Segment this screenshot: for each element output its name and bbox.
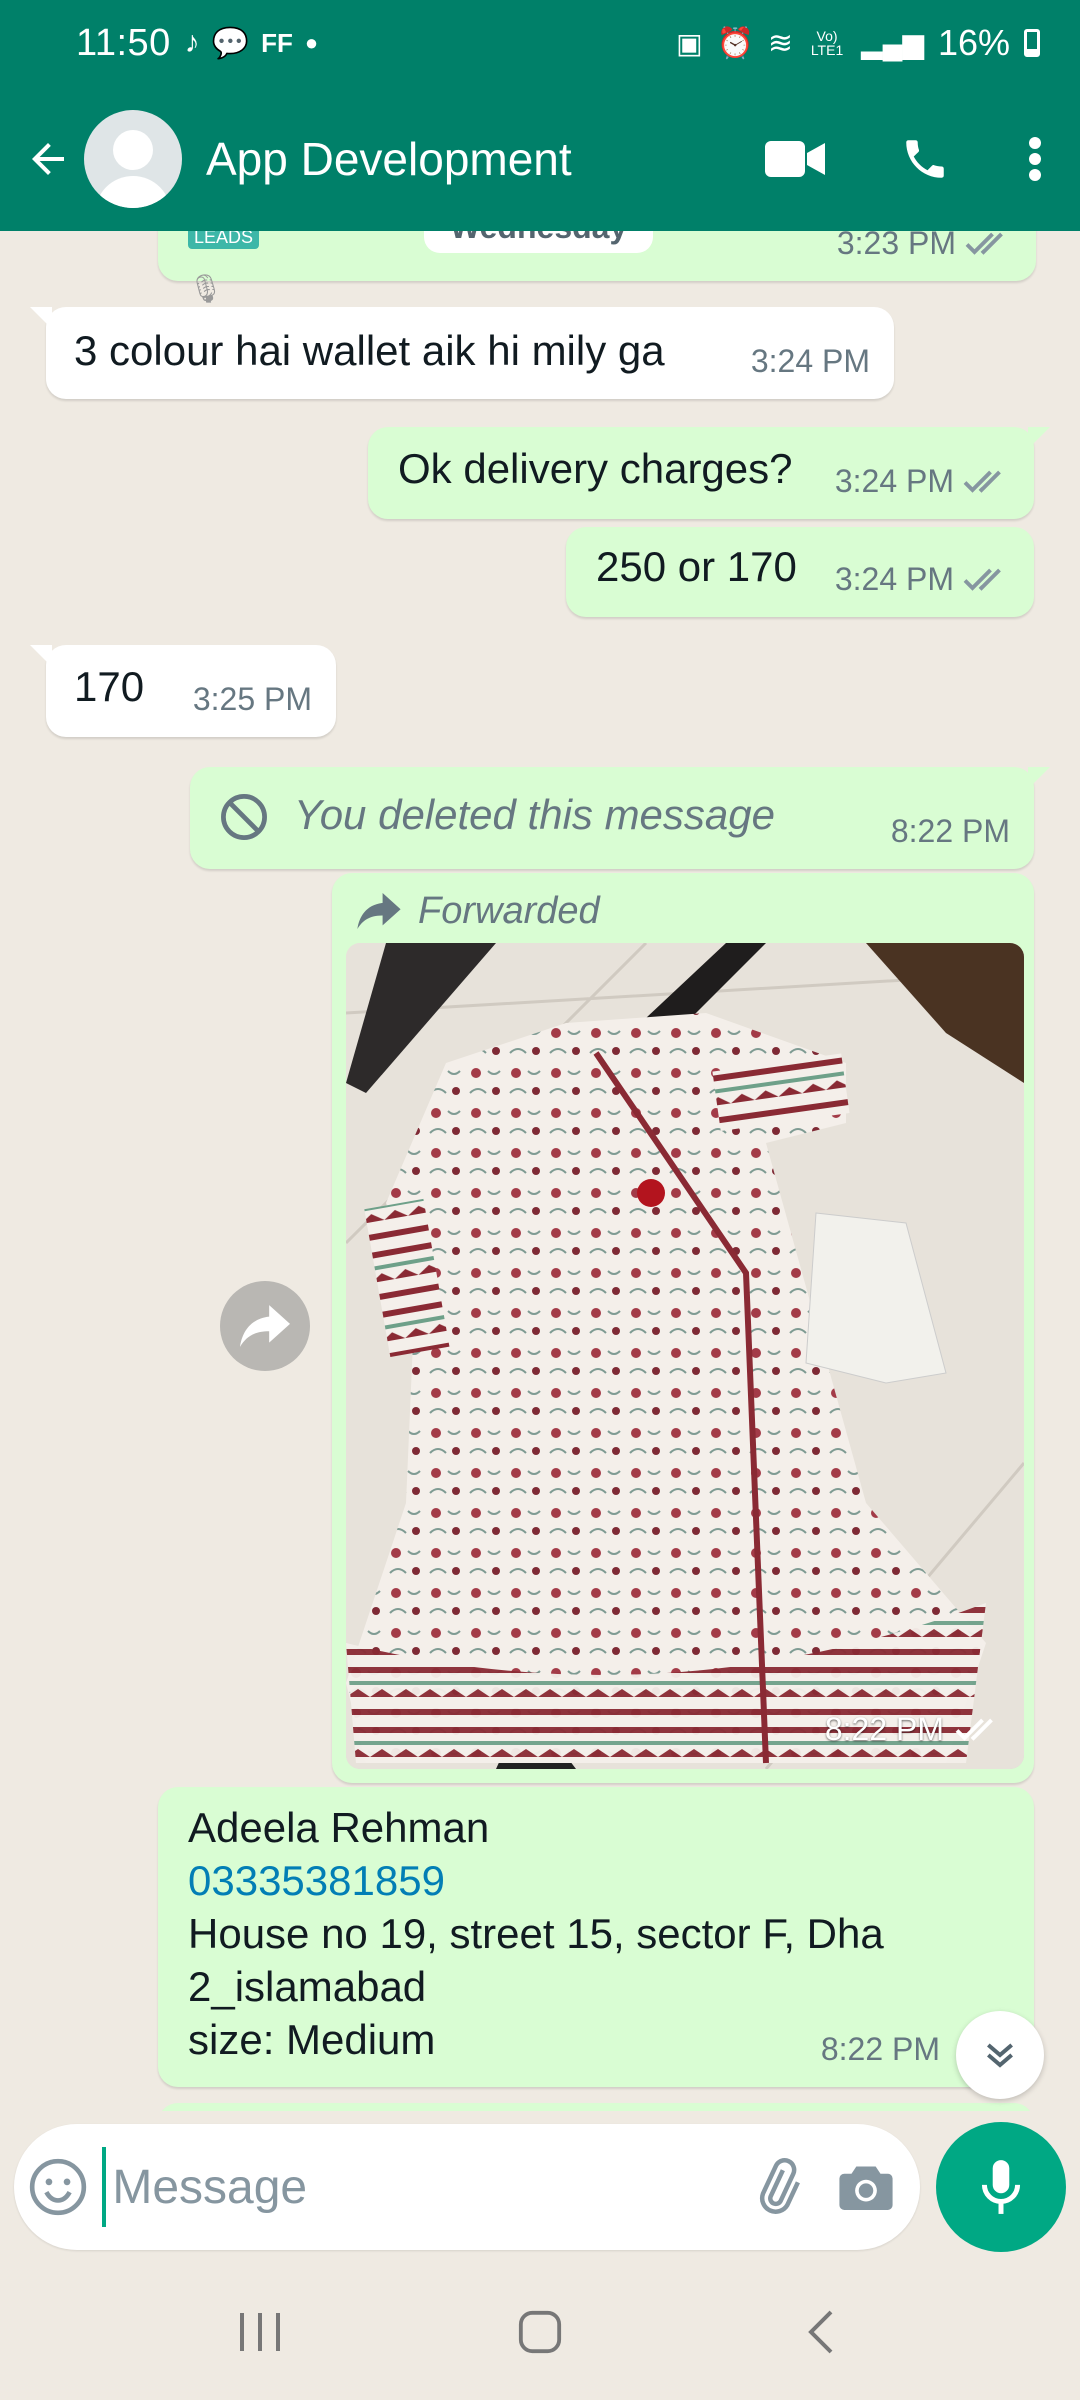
message-time: 3:25 PM — [192, 681, 312, 717]
forward-share-button[interactable] — [220, 1281, 310, 1371]
message-text: 170 — [74, 663, 145, 710]
message-partial-top[interactable]: LEADS 🎙 Wednesday 3:23 PM — [158, 231, 1036, 304]
alarm-icon: ⏰ — [716, 26, 754, 60]
double-check-icon — [963, 470, 1001, 493]
share-arrow-icon — [240, 1305, 290, 1347]
home-icon — [518, 2310, 562, 2354]
dress-image — [346, 943, 1024, 1769]
deleted-message-text: You deleted this message — [294, 791, 775, 838]
forwarded-label: Forwarded — [418, 890, 600, 932]
dress-photo[interactable]: 8:22 PM — [346, 943, 1024, 1769]
chat-header: App Development — [0, 86, 1080, 231]
status-bar: 11:50 ♪ 💬 FF ● ▣ ⏰ ≋ Vo) LTE1 ▂▄▆ 16% — [0, 0, 1080, 86]
message-time: 8:22 PM — [824, 1711, 944, 1747]
video-call-button[interactable] — [750, 86, 840, 231]
home-button[interactable] — [480, 2287, 600, 2377]
message-forwarded-image[interactable]: Forwarded 8:22 PM — [332, 873, 1034, 1783]
phone-link[interactable]: 03335381859 — [188, 1854, 884, 1907]
recent-apps-button[interactable] — [200, 2287, 320, 2377]
message-deleted[interactable]: You deleted this message 8:22 PM — [190, 767, 1050, 869]
size-line: size: Medium — [188, 2016, 436, 2063]
wifi-icon: ≋ — [767, 26, 794, 60]
message-partial-bottom — [158, 2103, 1034, 2111]
date-chip: Wednesday — [424, 231, 654, 253]
message-text: Ok delivery charges? — [398, 445, 793, 492]
contact-name: Adeela Rehman — [188, 1804, 490, 1851]
double-chevron-down-icon — [987, 2043, 1013, 2068]
avatar[interactable] — [84, 109, 182, 208]
microphone-icon — [981, 2160, 1021, 2214]
tiktok-icon: ♪ — [184, 26, 200, 59]
phone-icon — [906, 139, 944, 178]
message-time: 3:24 PM — [834, 463, 954, 499]
message-outgoing[interactable]: Ok delivery charges? 3:24 PM — [368, 427, 1050, 519]
message-incoming[interactable]: 170 3:25 PM — [30, 645, 336, 737]
message-time: 3:24 PM — [750, 343, 870, 379]
back-nav-button[interactable] — [760, 2287, 880, 2377]
message-incoming[interactable]: 3 colour hai wallet aik hi mily ga 3:24 … — [30, 307, 894, 399]
address-line-1: House no 19, street 15, sector F, Dha — [188, 1910, 884, 1957]
chat-title[interactable]: App Development — [206, 132, 750, 186]
camera-icon — [839, 2166, 893, 2210]
mic-small-icon: 🎙 — [188, 273, 224, 304]
message-time: 8:22 PM — [820, 2031, 940, 2067]
recent-apps-icon — [240, 2313, 280, 2351]
emoji-button[interactable] — [14, 2156, 102, 2218]
message-time: 8:22 PM — [890, 813, 1010, 849]
status-time: 11:50 — [76, 21, 171, 64]
message-outgoing[interactable]: Adeela Rehman 03335381859 House no 19, s… — [158, 1787, 1034, 2087]
message-composer — [14, 2124, 920, 2250]
address-line-2: 2_islamabad — [188, 1963, 427, 2010]
back-button[interactable] — [8, 86, 88, 231]
emoji-icon — [29, 2158, 87, 2216]
message-time: 3:24 PM — [834, 561, 954, 597]
back-arrow-icon — [32, 142, 64, 175]
message-outgoing[interactable]: 250 or 170 3:24 PM — [566, 527, 1034, 617]
scroll-to-bottom-button[interactable] — [956, 2011, 1044, 2099]
battery-saver-icon: ▣ — [676, 27, 703, 59]
battery-icon — [1024, 29, 1040, 57]
chat-bubble-icon: 💬 — [211, 26, 250, 60]
voice-call-button[interactable] — [880, 86, 970, 231]
blocked-icon — [221, 794, 267, 840]
voice-message-button[interactable] — [936, 2122, 1066, 2252]
double-check-icon — [963, 568, 1001, 591]
network-label: Vo) LTE1 — [810, 28, 844, 58]
message-text: 250 or 170 — [596, 543, 797, 590]
forward-arrow-icon — [357, 893, 401, 929]
message-time: 3:23 PM — [836, 231, 956, 261]
double-check-icon — [955, 1718, 993, 1741]
message-text: 3 colour hai wallet aik hi mily ga — [74, 327, 665, 374]
link-thumbnail: LEADS 🎙 — [188, 231, 278, 304]
notification-dot-icon: ● — [304, 30, 319, 55]
attach-button[interactable] — [733, 2157, 821, 2217]
system-nav-bar — [0, 2264, 1080, 2400]
signal-icon: ▂▄▆ — [861, 27, 924, 59]
camera-button[interactable] — [822, 2161, 910, 2213]
battery-percent: 16% — [937, 22, 1010, 63]
ff-label: FF — [261, 27, 293, 58]
more-options-button[interactable] — [990, 86, 1080, 231]
chevron-left-icon — [808, 2310, 833, 2354]
chat-messages[interactable]: LEADS 🎙 Wednesday 3:23 PM 3 colour hai w… — [0, 231, 1080, 2111]
message-input[interactable] — [102, 2147, 734, 2227]
paperclip-icon — [760, 2158, 801, 2214]
double-check-icon — [965, 232, 1003, 255]
more-vert-icon — [1029, 136, 1041, 181]
video-camera-icon — [765, 140, 825, 177]
